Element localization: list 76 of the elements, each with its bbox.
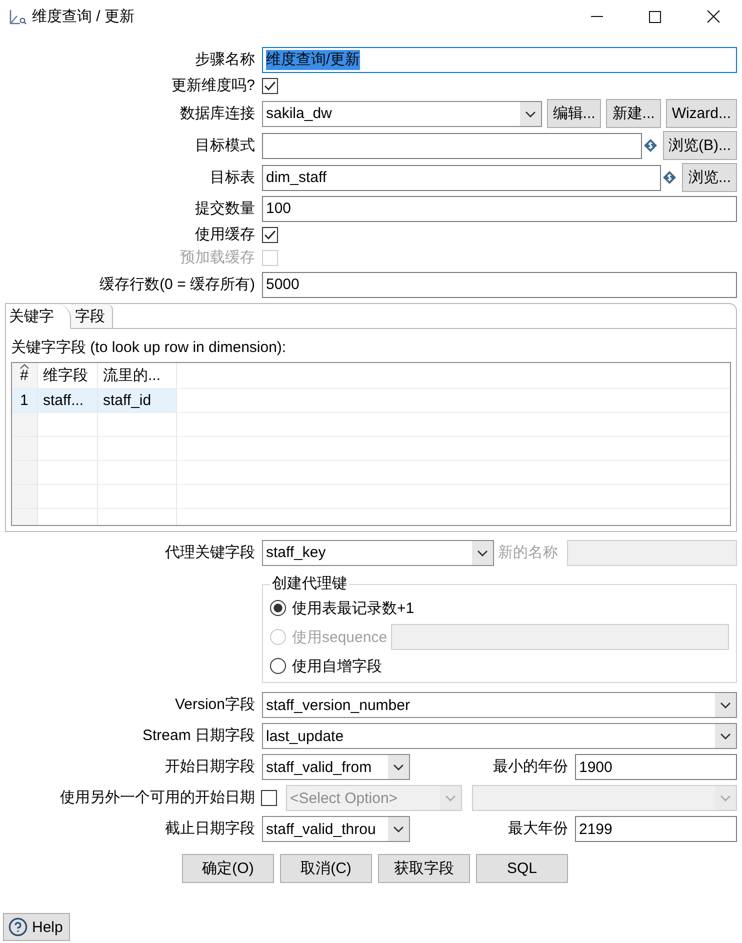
- window-title: 维度查询 / 更新: [32, 7, 135, 26]
- radio-label: 使用自增字段: [292, 656, 382, 676]
- text-field[interactable]: 维度查询/更新: [262, 46, 737, 72]
- checkbox-label: 预加载缓存: [180, 248, 255, 268]
- help-button[interactable]: Help: [3, 913, 70, 941]
- tab[interactable]: 字段: [71, 304, 113, 329]
- checkmark-icon: [264, 230, 276, 240]
- text-field[interactable]: 5000: [262, 272, 737, 298]
- chevron-down-icon: [388, 817, 409, 841]
- field-label: 代理关键字段: [165, 542, 255, 562]
- dialog-button[interactable]: 获取字段: [378, 854, 470, 883]
- dropdown[interactable]: staff_version_number: [262, 692, 737, 718]
- table-cell: staff...: [38, 389, 98, 412]
- maximize-icon: [649, 10, 661, 22]
- field-label: Version字段: [174, 695, 255, 715]
- text-field[interactable]: 1900: [575, 754, 737, 780]
- dropdown[interactable]: staff_valid_throu: [262, 816, 410, 842]
- checkbox[interactable]: [262, 78, 278, 94]
- chevron-down-icon: [440, 786, 461, 810]
- field-label: 目标模式: [195, 136, 255, 156]
- radio-label: 使用表最记录数+1: [292, 598, 414, 618]
- chevron-down-icon: [472, 540, 493, 564]
- chevron-down-icon: [715, 724, 736, 748]
- column-header[interactable]: #: [12, 363, 38, 388]
- field-label: Stream 日期字段: [142, 726, 255, 746]
- table-row[interactable]: 1 staff... staff_id: [12, 389, 177, 412]
- chevron-down-icon: [520, 102, 541, 126]
- new-button[interactable]: 新建...: [606, 99, 661, 128]
- checkbox[interactable]: [262, 227, 278, 243]
- field-label: 步骤名称: [195, 50, 255, 70]
- field-label: 新的名称: [498, 542, 558, 562]
- tab[interactable]: 关键字: [6, 304, 71, 329]
- dialog-button[interactable]: 确定(O): [182, 854, 274, 883]
- field-label: 目标表: [210, 168, 255, 188]
- text-field[interactable]: 100: [262, 196, 737, 222]
- radio-label: 使用sequence: [292, 628, 388, 646]
- selected-text: 维度查询/更新: [266, 50, 360, 70]
- dialog-button[interactable]: 取消(C): [280, 854, 372, 883]
- field-label: 缓存行数(0 = 缓存所有): [100, 274, 255, 294]
- minimize-icon: [591, 16, 603, 17]
- radio-button[interactable]: [270, 658, 286, 674]
- field-label: 最大年份: [508, 819, 568, 839]
- dialog-button[interactable]: SQL: [476, 854, 568, 883]
- edit-button[interactable]: 编辑...: [546, 99, 602, 128]
- checkbox-label: 使用另外一个可用的开始日期: [60, 788, 255, 808]
- row-number: 1: [12, 389, 38, 412]
- browse-button[interactable]: 浏览...: [682, 163, 737, 192]
- checkmark-icon: [264, 81, 276, 91]
- chevron-down-icon: [715, 786, 736, 810]
- text-field[interactable]: dim_staff: [262, 164, 662, 190]
- text-field[interactable]: [262, 132, 642, 158]
- table-cell: staff_id: [98, 389, 177, 412]
- checkbox-label: 使用缓存: [195, 225, 255, 245]
- app-icon: [9, 8, 27, 24]
- wizard-button[interactable]: Wizard...: [666, 99, 737, 128]
- checkbox-label: 更新维度吗?: [172, 76, 255, 96]
- chevron-down-icon: [715, 693, 736, 717]
- sort-caret-icon: [20, 364, 29, 369]
- field-label: 截止日期字段: [165, 819, 255, 839]
- field-label: 最小的年份: [493, 757, 568, 777]
- checkbox[interactable]: [261, 790, 277, 806]
- section-caption: 关键字字段 (to look up row in dimension):: [11, 338, 286, 358]
- text-field[interactable]: 2199: [575, 816, 737, 842]
- field-label: 提交数量: [195, 198, 255, 218]
- dropdown[interactable]: last_update: [262, 723, 737, 749]
- browse-button[interactable]: 浏览(B)...: [662, 131, 737, 160]
- close-icon: [706, 10, 720, 23]
- chevron-down-icon: [388, 755, 409, 779]
- group-title: 创建代理键: [271, 575, 348, 593]
- field-label: 数据库连接: [180, 104, 255, 124]
- field-label: 开始日期字段: [165, 757, 255, 777]
- dropdown[interactable]: sakila_dw: [262, 100, 542, 126]
- dropdown[interactable]: staff_key: [262, 540, 494, 566]
- help-icon: [8, 917, 28, 937]
- dropdown[interactable]: staff_valid_from: [262, 754, 410, 780]
- radio-button[interactable]: [270, 600, 286, 616]
